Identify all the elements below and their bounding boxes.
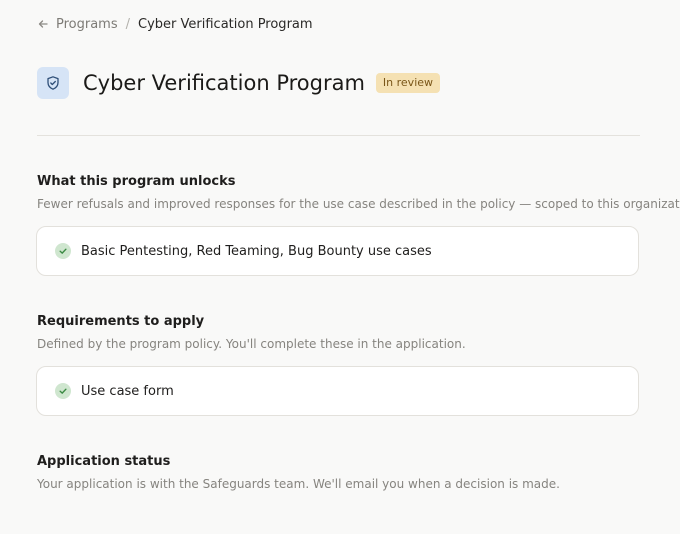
shield-check-icon — [37, 67, 69, 99]
breadcrumb-current: Cyber Verification Program — [138, 16, 313, 32]
check-circle-icon — [55, 243, 71, 259]
breadcrumb-separator: / — [125, 16, 131, 32]
status-badge: In review — [375, 73, 441, 93]
requirement-item-label: Use case form — [81, 383, 174, 399]
unlock-item-card: Basic Pentesting, Red Teaming, Bug Bount… — [36, 226, 639, 276]
requirements-section-description: Defined by the program policy. You'll co… — [37, 337, 466, 351]
page-title: Cyber Verification Program — [83, 71, 365, 95]
breadcrumb-programs-link[interactable]: Programs — [56, 17, 118, 32]
status-section-description: Your application is with the Safeguards … — [37, 477, 560, 491]
unlocks-section-description: Fewer refusals and improved responses fo… — [37, 197, 680, 211]
unlock-item-label: Basic Pentesting, Red Teaming, Bug Bount… — [81, 243, 432, 259]
status-section-title: Application status — [37, 454, 171, 469]
requirement-item-card: Use case form — [36, 366, 639, 416]
breadcrumb: Programs / Cyber Verification Program — [37, 16, 313, 32]
page-header: Cyber Verification Program In review — [37, 67, 441, 99]
requirements-section-title: Requirements to apply — [37, 314, 205, 329]
unlocks-section-title: What this program unlocks — [37, 174, 236, 189]
header-divider — [37, 135, 640, 136]
check-circle-icon — [55, 383, 71, 399]
arrow-left-icon[interactable] — [37, 18, 49, 30]
